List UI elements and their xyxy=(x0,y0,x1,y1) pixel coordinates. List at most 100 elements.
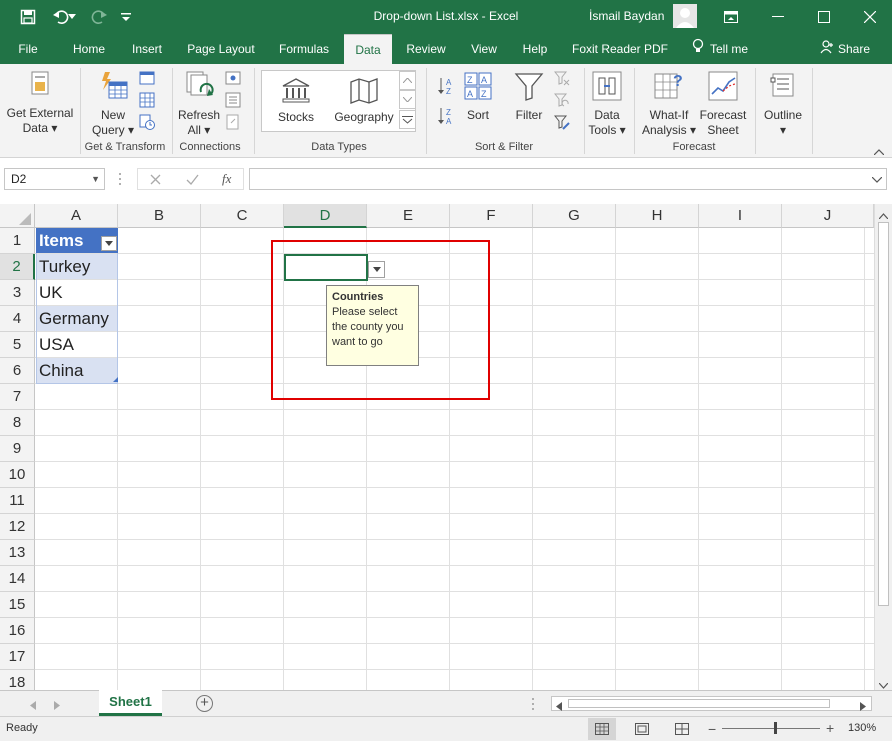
avatar[interactable] xyxy=(673,4,697,28)
user-name[interactable]: İsmail Baydan xyxy=(589,9,664,23)
from-table-icon[interactable] xyxy=(139,92,155,108)
recent-sources-icon[interactable] xyxy=(139,114,155,130)
horizontal-scroll-thumb[interactable] xyxy=(568,699,830,708)
vertical-scrollbar[interactable] xyxy=(874,204,892,690)
row-header-8[interactable]: 8 xyxy=(0,410,35,436)
properties-icon[interactable] xyxy=(225,92,241,108)
zoom-slider[interactable] xyxy=(722,728,820,729)
zoom-level[interactable]: 130% xyxy=(848,722,876,734)
zoom-in-icon[interactable]: + xyxy=(826,720,834,736)
table-cell[interactable]: Turkey xyxy=(36,254,118,279)
tab-file[interactable]: File xyxy=(8,34,48,64)
enter-check-icon[interactable] xyxy=(186,174,199,188)
connections-icon[interactable] xyxy=(225,70,241,86)
tab-help[interactable]: Help xyxy=(514,34,556,64)
tab-review[interactable]: Review xyxy=(400,34,452,64)
column-header-c[interactable]: C xyxy=(201,204,284,228)
column-header-a[interactable]: A xyxy=(35,204,118,228)
zoom-slider-thumb[interactable] xyxy=(774,722,777,734)
row-header-3[interactable]: 3 xyxy=(0,280,35,306)
reapply-filter-icon[interactable] xyxy=(553,93,570,109)
row-header-4[interactable]: 4 xyxy=(0,306,35,332)
next-sheet-icon[interactable] xyxy=(54,699,60,713)
tab-view[interactable]: View xyxy=(462,34,506,64)
filter-button[interactable]: Filter xyxy=(510,72,548,123)
forecast-sheet-button[interactable]: Forecast Sheet xyxy=(698,70,748,138)
what-if-analysis-button[interactable]: ? What-If Analysis ▾ xyxy=(640,70,698,138)
select-all-corner[interactable] xyxy=(0,204,35,228)
name-box[interactable]: D2 ▼ xyxy=(4,168,105,190)
share-button[interactable]: Share xyxy=(820,34,870,64)
tab-formulas[interactable]: Formulas xyxy=(272,34,336,64)
scroll-left-icon[interactable] xyxy=(556,700,562,714)
row-header-2[interactable]: 2 xyxy=(0,254,35,280)
clear-filter-icon[interactable] xyxy=(553,71,570,87)
row-header-9[interactable]: 9 xyxy=(0,436,35,462)
minimize-icon[interactable] xyxy=(756,0,800,34)
table-cell[interactable]: China xyxy=(36,358,118,383)
data-tools-button[interactable]: Data Tools ▾ xyxy=(588,70,626,138)
outline-button[interactable]: Outline ▾ xyxy=(760,70,806,138)
sort-button[interactable]: ZAAZ Sort xyxy=(460,72,496,123)
table-cell[interactable]: USA xyxy=(36,332,118,357)
edit-links-icon[interactable] xyxy=(225,114,241,130)
tab-split-grip-icon[interactable] xyxy=(531,697,535,714)
row-header-13[interactable]: 13 xyxy=(0,540,35,566)
stocks-button[interactable]: Stocks xyxy=(266,78,326,125)
table-resize-handle[interactable] xyxy=(113,377,118,382)
expand-formula-bar-icon[interactable] xyxy=(871,172,883,186)
column-header-j[interactable]: J xyxy=(782,204,874,228)
column-header-b[interactable]: B xyxy=(118,204,201,228)
add-sheet-icon[interactable]: + xyxy=(196,695,213,712)
horizontal-scrollbar[interactable] xyxy=(551,696,872,711)
column-header-i[interactable]: I xyxy=(699,204,782,228)
ribbon-display-icon[interactable] xyxy=(709,0,753,34)
row-header-7[interactable]: 7 xyxy=(0,384,35,410)
advanced-filter-icon[interactable] xyxy=(553,115,570,131)
row-header-10[interactable]: 10 xyxy=(0,462,35,488)
filter-dropdown-icon[interactable] xyxy=(101,236,117,251)
tell-me-search[interactable]: Tell me xyxy=(692,34,748,64)
gallery-scroll-up-icon[interactable] xyxy=(399,71,416,90)
new-query-button[interactable]: New Query ▾ xyxy=(90,70,136,138)
page-layout-view-icon[interactable] xyxy=(628,718,656,740)
row-header-14[interactable]: 14 xyxy=(0,566,35,592)
previous-sheet-icon[interactable] xyxy=(30,699,36,713)
geography-button[interactable]: Geography xyxy=(332,78,396,125)
column-header-f[interactable]: F xyxy=(450,204,533,228)
column-header-h[interactable]: H xyxy=(616,204,699,228)
cancel-icon[interactable] xyxy=(150,174,161,188)
tab-page-layout[interactable]: Page Layout xyxy=(182,34,260,64)
refresh-all-button[interactable]: Refresh All ▾ xyxy=(176,70,222,138)
tab-home[interactable]: Home xyxy=(66,34,112,64)
get-external-data-button[interactable]: Get External Data ▾ xyxy=(4,70,76,136)
column-header-d[interactable]: D xyxy=(284,204,367,228)
table-cell[interactable]: Germany xyxy=(36,306,118,331)
row-header-11[interactable]: 11 xyxy=(0,488,35,514)
gallery-more-icon[interactable] xyxy=(399,110,416,129)
page-break-preview-icon[interactable] xyxy=(668,718,696,740)
tab-data[interactable]: Data xyxy=(344,34,392,64)
worksheet-grid[interactable]: A B C D E F G H I J 1 2 3 4 5 6 7 8 9 10… xyxy=(0,204,874,690)
scroll-up-icon[interactable] xyxy=(878,208,889,222)
gallery-scroll-down-icon[interactable] xyxy=(399,90,416,109)
normal-view-icon[interactable] xyxy=(588,718,616,740)
show-queries-icon[interactable] xyxy=(139,70,155,86)
maximize-icon[interactable] xyxy=(802,0,846,34)
row-header-18[interactable]: 18 xyxy=(0,670,35,690)
formula-input[interactable] xyxy=(249,168,887,190)
row-header-6[interactable]: 6 xyxy=(0,358,35,384)
zoom-out-icon[interactable]: − xyxy=(708,721,716,737)
name-box-dropdown-icon[interactable]: ▼ xyxy=(91,169,100,189)
column-header-g[interactable]: G xyxy=(533,204,616,228)
tab-insert[interactable]: Insert xyxy=(124,34,170,64)
table-cell[interactable]: UK xyxy=(36,280,118,305)
tab-foxit-reader-pdf[interactable]: Foxit Reader PDF xyxy=(568,34,672,64)
sort-a-to-z-icon[interactable]: AZ xyxy=(437,76,457,96)
row-header-5[interactable]: 5 xyxy=(0,332,35,358)
row-header-16[interactable]: 16 xyxy=(0,618,35,644)
sheet-tab-sheet1[interactable]: Sheet1 xyxy=(99,690,162,716)
row-header-1[interactable]: 1 xyxy=(0,228,35,254)
row-header-12[interactable]: 12 xyxy=(0,514,35,540)
sort-z-to-a-icon[interactable]: ZA xyxy=(437,106,457,126)
